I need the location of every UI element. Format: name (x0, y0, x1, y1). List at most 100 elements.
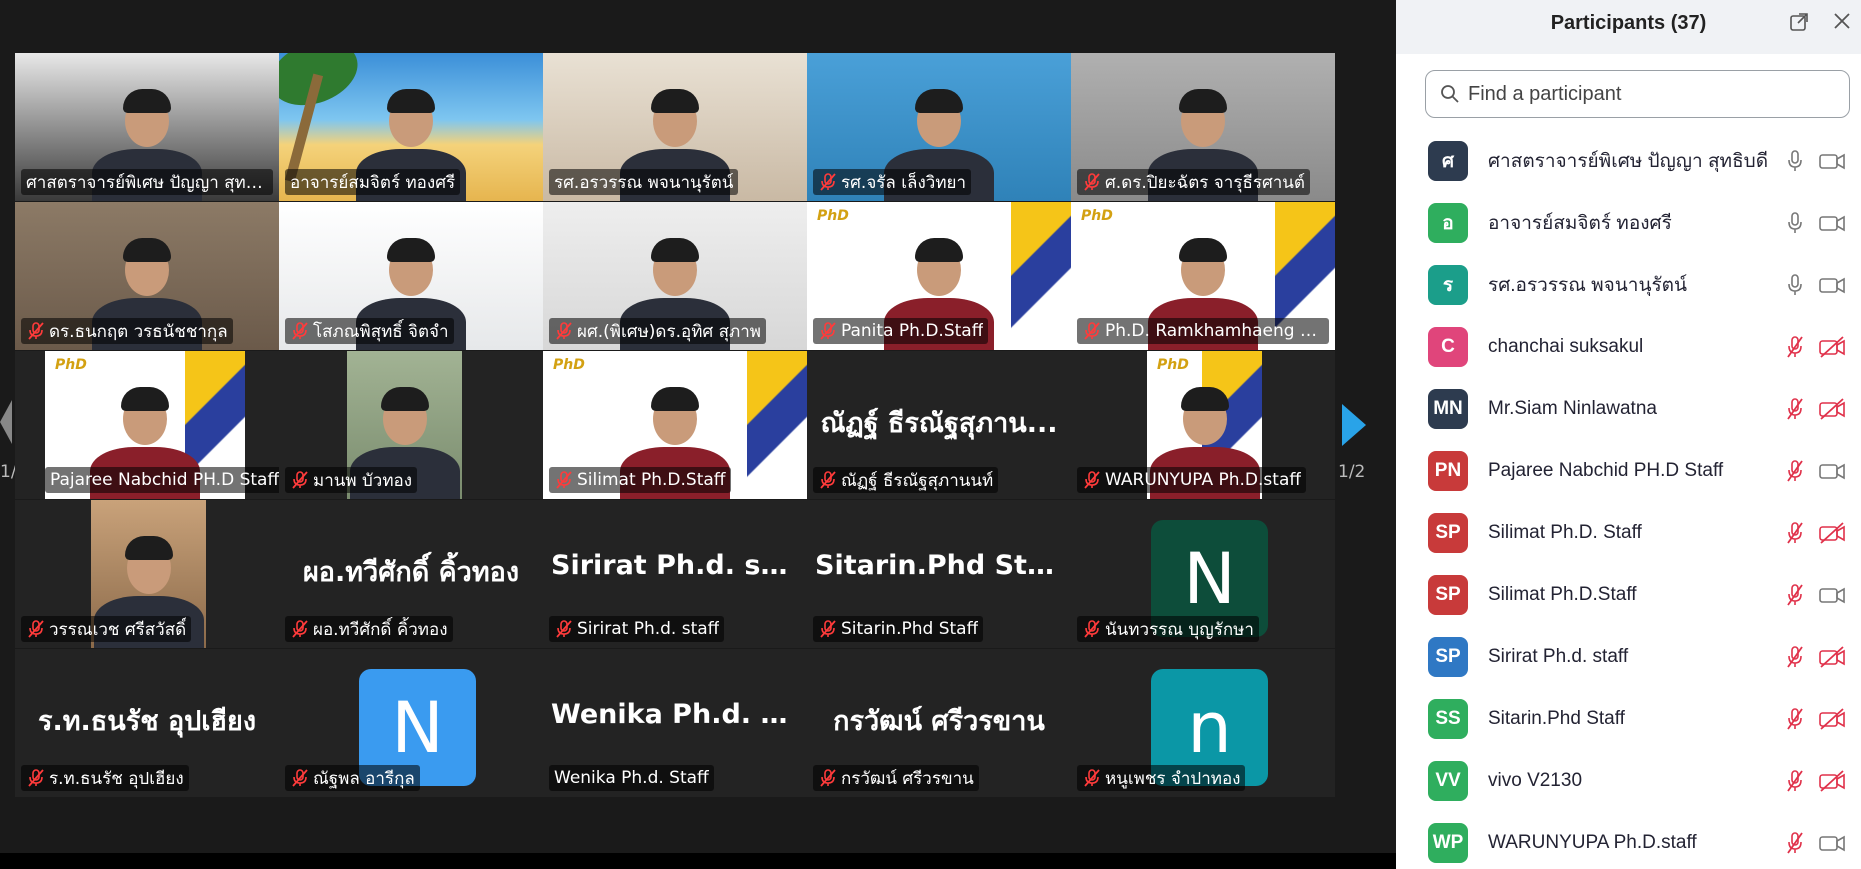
participant-tile[interactable]: ศาสตราจารย์พิเศษ ปัญญา สุทธิบดี (15, 53, 279, 201)
participant-name: ณัฐพล อารีกุล (313, 768, 415, 789)
video-off-icon[interactable] (1818, 335, 1846, 359)
video-off-icon[interactable] (1818, 397, 1846, 421)
display-name-large: ณัฏฐ์ ธีรณัฐสุภาน... (820, 408, 1058, 439)
participant-tile[interactable]: PhD Pajaree Nabchid PH.D Staff (15, 351, 279, 499)
avatar: MN (1428, 389, 1468, 429)
participant-list-item[interactable]: MN Mr.Siam Ninlawatna (1396, 378, 1861, 440)
gallery-row: วรรณเวช ศรีสวัสดิ์ ผอ.ทวีศักดิ์ คิ้วทอง ผอ… (15, 500, 1335, 648)
muted-mic-icon (292, 620, 308, 638)
participant-tile[interactable]: PhD Silimat Ph.D.Staff (543, 351, 807, 499)
avatar: อ (1428, 203, 1468, 243)
participant-tile[interactable]: มานพ บัวทอง (279, 351, 543, 499)
participant-name: Wenika Ph.d. Staff (554, 768, 709, 788)
participant-nameplate: รศ.อรวรรณ พจนานุรัตน์ (549, 169, 739, 195)
previous-page-arrow-icon[interactable] (0, 400, 12, 444)
participant-list-item[interactable]: VV vivo V2130 (1396, 750, 1861, 812)
video-camera-icon[interactable] (1818, 459, 1846, 483)
muted-mic-icon[interactable] (1784, 583, 1806, 607)
participant-name: ร.ท.ธนรัช อุปเฮียง (49, 768, 184, 789)
participant-nameplate: อาจารย์สมจิตร์ ทองศรี (285, 169, 461, 195)
participant-list-item[interactable]: WP WARUNYUPA Ph.D.staff (1396, 812, 1861, 869)
muted-mic-icon[interactable] (1784, 707, 1806, 731)
video-grid: ศาสตราจารย์พิเศษ ปัญญา สุทธิบดี อาจารย์สม… (15, 53, 1335, 797)
participant-nameplate: Silimat Ph.D.Staff (549, 467, 731, 493)
participant-tile[interactable]: กรวัฒน์ ศรีวรขาน กรวัฒน์ ศรีวรขาน (807, 649, 1071, 797)
muted-mic-icon (1084, 620, 1100, 638)
video-camera-icon[interactable] (1818, 831, 1846, 855)
mic-icon[interactable] (1784, 149, 1806, 173)
mic-icon[interactable] (1784, 211, 1806, 235)
participant-tile[interactable]: ผอ.ทวีศักดิ์ คิ้วทอง ผอ.ทวีศักดิ์ คิ้วทอง (279, 500, 543, 648)
gallery-row: ร.ท.ธนรัช อุปเฮียง ร.ท.ธนรัช อุปเฮียง N ณัฐ… (15, 649, 1335, 797)
participant-tile[interactable]: n หนูเพชร จำปาทอง (1071, 649, 1335, 797)
participant-tile[interactable]: รศ.อรวรรณ พจนานุรัตน์ (543, 53, 807, 201)
participant-name: ศ.ดร.ปิยะฉัตร จารุธีรศานต์ (1105, 172, 1305, 193)
participant-tile[interactable]: ผศ.(พิเศษ)ดร.อุทิศ สุภาพ (543, 202, 807, 350)
participant-tile[interactable]: ณัฏฐ์ ธีรณัฐสุภาน... ณัฏฐ์ ธีรณัฐสุภานนท์ (807, 351, 1071, 499)
participant-nameplate: ศ.ดร.ปิยะฉัตร จารุธีรศานต์ (1077, 169, 1310, 195)
display-name-large: ร.ท.ธนรัช อุปเฮียง (37, 706, 257, 737)
muted-mic-icon[interactable] (1784, 397, 1806, 421)
participant-tile[interactable]: วรรณเวช ศรีสวัสดิ์ (15, 500, 279, 648)
participant-list-item[interactable]: Cchanchai suksakul (1396, 316, 1861, 378)
participant-list-item[interactable]: อ อาจารย์สมจิตร์ ทองศรี (1396, 192, 1861, 254)
video-off-icon[interactable] (1818, 769, 1846, 793)
participant-list-item[interactable]: SS Sitarin.Phd Staff (1396, 688, 1861, 750)
participant-tile[interactable]: ร.ท.ธนรัช อุปเฮียง ร.ท.ธนรัช อุปเฮียง (15, 649, 279, 797)
participant-list-item[interactable]: ศ ศาสตราจารย์พิเศษ ปัญญา สุทธิบดี (1396, 130, 1861, 192)
video-camera-icon[interactable] (1818, 273, 1846, 297)
participant-tile[interactable]: ศ.ดร.ปิยะฉัตร จารุธีรศานต์ (1071, 53, 1335, 201)
participant-tile[interactable]: PhD Ph.D. Ramkhamhaeng Un... (1071, 202, 1335, 350)
participant-tile[interactable]: N ณัฐพล อารีกุล (279, 649, 543, 797)
participant-name: Mr.Siam Ninlawatna (1488, 398, 1657, 419)
mic-icon[interactable] (1784, 273, 1806, 297)
video-camera-icon[interactable] (1818, 211, 1846, 235)
participant-tile[interactable]: Sirirat Ph.d. staff Sirirat Ph.d. staff (543, 500, 807, 648)
video-off-icon[interactable] (1818, 645, 1846, 669)
next-page-arrow-icon[interactable] (1342, 404, 1366, 446)
avatar: ร (1428, 265, 1468, 305)
muted-mic-icon[interactable] (1784, 769, 1806, 793)
participant-tile[interactable]: Wenika Ph.d. St... Wenika Ph.d. Staff (543, 649, 807, 797)
participant-tile[interactable]: PhD WARUNYUPA Ph.D.staff (1071, 351, 1335, 499)
gallery-row: ศาสตราจารย์พิเศษ ปัญญา สุทธิบดี อาจารย์สม… (15, 53, 1335, 201)
muted-mic-icon (28, 769, 44, 787)
muted-mic-icon (556, 620, 572, 638)
participant-nameplate: กรวัฒน์ ศรีวรขาน (813, 765, 979, 791)
display-name-large: กรวัฒน์ ศรีวรขาน (833, 706, 1045, 737)
participant-nameplate: ณัฏฐ์ ธีรณัฐสุภานนท์ (813, 467, 999, 493)
video-off-icon[interactable] (1818, 707, 1846, 731)
participant-list-item[interactable]: SP Sirirat Ph.d. staff (1396, 626, 1861, 688)
participant-tile[interactable]: โสภณพิสุทธิ์ จิตจำ (279, 202, 543, 350)
avatar: SP (1428, 637, 1468, 677)
participant-tile[interactable]: ดร.ธนกฤต วรธนัชชากุล (15, 202, 279, 350)
pop-out-icon[interactable] (1789, 12, 1809, 32)
participant-list-item[interactable]: SP Silimat Ph.D. Staff (1396, 502, 1861, 564)
participant-name: หนูเพชร จำปาทอง (1105, 768, 1241, 789)
muted-mic-icon[interactable] (1784, 335, 1806, 359)
video-off-icon[interactable] (1818, 521, 1846, 545)
participant-tile[interactable]: N นันทวรรณ บุญรักษา (1071, 500, 1335, 648)
close-icon[interactable] (1831, 10, 1853, 32)
muted-mic-icon[interactable] (1784, 831, 1806, 855)
participant-tile[interactable]: รศ.จรัล เล็งวิทยา (807, 53, 1071, 201)
avatar: SS (1428, 699, 1468, 739)
participant-tile[interactable]: อาจารย์สมจิตร์ ทองศรี (279, 53, 543, 201)
muted-mic-icon (820, 322, 836, 340)
search-input[interactable]: Find a participant (1425, 70, 1850, 118)
muted-mic-icon[interactable] (1784, 521, 1806, 545)
participant-tile[interactable]: Sitarin.Phd Staff Sitarin.Phd Staff (807, 500, 1071, 648)
muted-mic-icon[interactable] (1784, 459, 1806, 483)
participant-nameplate: ดร.ธนกฤต วรธนัชชากุล (21, 318, 233, 344)
muted-mic-icon[interactable] (1784, 645, 1806, 669)
video-camera-icon[interactable] (1818, 583, 1846, 607)
video-camera-icon[interactable] (1818, 149, 1846, 173)
participant-nameplate: วรรณเวช ศรีสวัสดิ์ (21, 616, 192, 642)
participant-list-item[interactable]: ร รศ.อรวรรณ พจนานุรัตน์ (1396, 254, 1861, 316)
search-placeholder: Find a participant (1468, 82, 1622, 105)
participant-list-item[interactable]: SP Silimat Ph.D.Staff (1396, 564, 1861, 626)
avatar: SP (1428, 575, 1468, 615)
participant-list-item[interactable]: PN Pajaree Nabchid PH.D Staff (1396, 440, 1861, 502)
participant-nameplate: ผศ.(พิเศษ)ดร.อุทิศ สุภาพ (549, 318, 766, 344)
participant-tile[interactable]: PhD Panita Ph.D.Staff (807, 202, 1071, 350)
